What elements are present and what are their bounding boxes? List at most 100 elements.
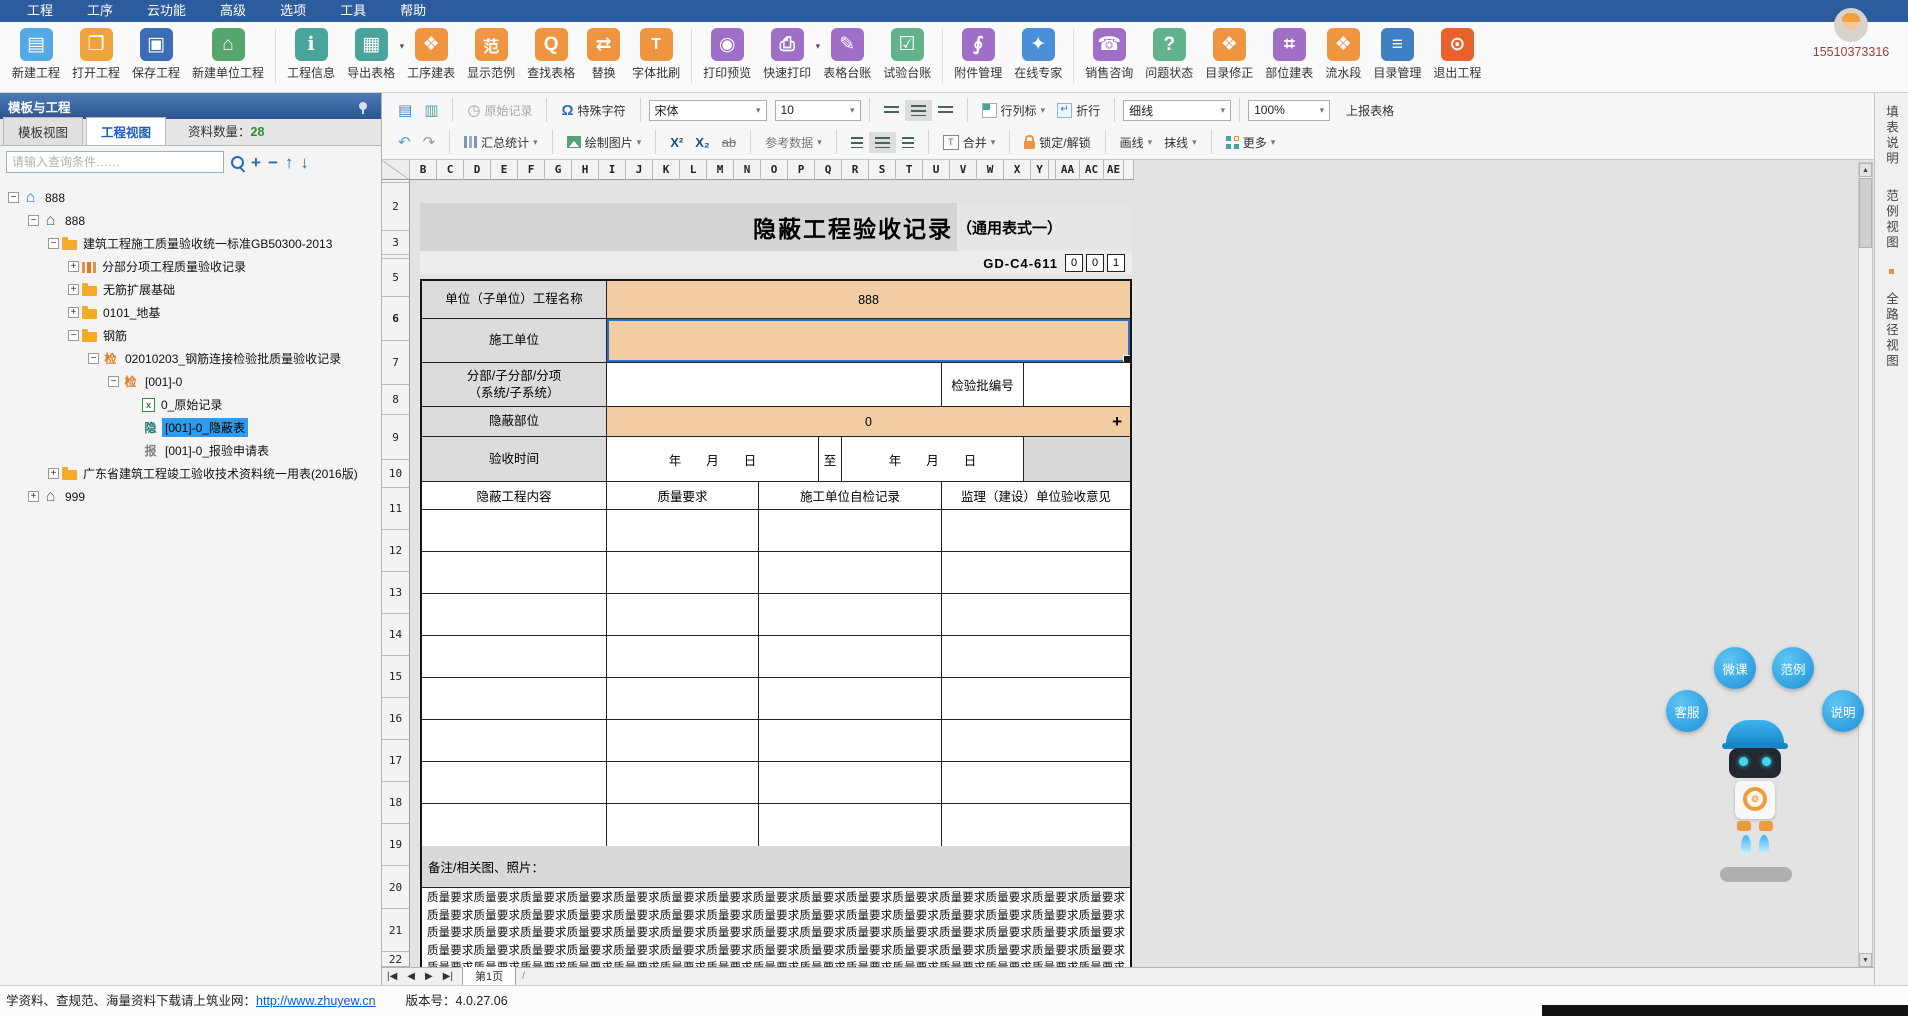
tree-item[interactable]: −⌂888 xyxy=(2,186,381,209)
tree-item[interactable]: −检[001]-0 xyxy=(2,370,381,393)
row-header-19[interactable]: 19 xyxy=(382,824,410,866)
row-header-18[interactable]: 18 xyxy=(382,782,410,824)
scroll-down-icon[interactable]: ▼ xyxy=(1859,953,1872,967)
column-header-I[interactable]: I xyxy=(599,160,626,180)
empty-cell[interactable] xyxy=(759,510,942,551)
form-code-band[interactable]: GD-C4-611 001 xyxy=(420,251,1132,275)
content-header-cell[interactable]: 施工单位自检记录 xyxy=(759,482,942,509)
font-select[interactable]: 宋体▾ xyxy=(649,100,767,121)
导出表格-button[interactable]: ▦导出表格▾ xyxy=(341,25,401,81)
row-header-14[interactable]: 14 xyxy=(382,614,410,656)
empty-cell[interactable] xyxy=(942,636,1130,677)
halign-center-button[interactable] xyxy=(869,132,896,153)
销售咨询-button[interactable]: ☎销售咨询 xyxy=(1079,25,1139,81)
menu-item-2[interactable]: 云功能 xyxy=(130,0,203,22)
vertical-tab-2[interactable]: 全路径视图 xyxy=(1881,288,1902,374)
empty-cell[interactable] xyxy=(759,804,942,846)
empty-cell[interactable] xyxy=(607,510,759,551)
expand-icon[interactable]: + xyxy=(68,261,79,272)
code-box[interactable]: 1 xyxy=(1107,254,1125,272)
tree-item[interactable]: − 建筑工程施工质量验收统一标准GB50300-2013 xyxy=(2,232,381,255)
column-header-X[interactable]: X xyxy=(1004,160,1031,180)
empty-cell[interactable] xyxy=(759,720,942,761)
empty-cell[interactable] xyxy=(759,678,942,719)
draw-line-button[interactable]: 画线▾ xyxy=(1114,131,1159,154)
row-header-13[interactable]: 13 xyxy=(382,572,410,614)
tree-item[interactable]: +⌂999 xyxy=(2,485,381,508)
column-header-N[interactable]: N xyxy=(734,160,761,180)
vertical-tab-0[interactable]: 填表说明 xyxy=(1881,101,1902,171)
empty-cell[interactable] xyxy=(607,762,759,803)
special-char-button[interactable]: Ω特殊字符 xyxy=(555,99,631,122)
batch-no-cell[interactable] xyxy=(1024,363,1130,406)
column-header-L[interactable]: L xyxy=(680,160,707,180)
collapse-icon[interactable]: − xyxy=(108,376,119,387)
column-header-O[interactable]: O xyxy=(761,160,788,180)
tree-item-label-selected[interactable]: [001]-0_隐蔽表 xyxy=(162,418,248,437)
empty-cell[interactable] xyxy=(422,720,607,761)
first-page-icon[interactable]: |◀ xyxy=(382,971,402,982)
tree-item[interactable]: +0101_地基 xyxy=(2,301,381,324)
user-avatar-icon[interactable] xyxy=(1834,8,1868,42)
empty-cell[interactable] xyxy=(422,552,607,593)
pin-icon[interactable] xyxy=(359,102,367,110)
copy-icon[interactable]: ▤ xyxy=(392,98,418,122)
tab-template-view[interactable]: 模板视图 xyxy=(3,117,83,145)
halign-left-button[interactable] xyxy=(845,132,869,153)
tree-item[interactable]: +无筋扩展基础 xyxy=(2,278,381,301)
row-header-8[interactable]: 8 xyxy=(382,385,410,415)
menu-item-6[interactable]: 帮助 xyxy=(383,0,443,22)
expand-icon[interactable]: + xyxy=(28,491,39,502)
column-header-Z[interactable] xyxy=(1049,160,1056,180)
column-header-AC[interactable]: AC xyxy=(1080,160,1104,180)
tree-item[interactable]: −检02010203_钢筋连接检验批质量验收记录 xyxy=(2,347,381,370)
tree-item-label[interactable]: 无筋扩展基础 xyxy=(100,280,178,299)
scrollbar-thumb[interactable] xyxy=(1859,178,1872,248)
退出工程-button[interactable]: ⊙退出工程 xyxy=(1427,25,1487,81)
empty-cell[interactable] xyxy=(942,762,1130,803)
tree-item-label[interactable]: 钢筋 xyxy=(100,326,130,345)
scroll-up-icon[interactable]: ▲ xyxy=(1859,163,1872,177)
tree-item-label[interactable]: 分部分项工程质量验收记录 xyxy=(99,257,249,276)
row-header-5[interactable]: 5 xyxy=(382,259,410,297)
undo-icon[interactable]: ↶ xyxy=(392,130,417,154)
字体批刷-button[interactable]: T字体批刷 xyxy=(626,25,686,81)
collapse-icon[interactable]: − xyxy=(8,192,19,203)
column-header-S[interactable]: S xyxy=(869,160,896,180)
tree-item-label[interactable]: [001]-0_报验申请表 xyxy=(162,441,272,460)
unit-name-cell[interactable]: 888 xyxy=(607,281,1130,318)
zhuye-link[interactable]: http://www.zhuyew.cn xyxy=(256,994,376,1008)
mascot-bubble-3[interactable]: 说明 xyxy=(1822,690,1864,732)
column-header-U[interactable]: U xyxy=(923,160,950,180)
form-title-band[interactable]: 隐蔽工程验收记录 （通用表式一） xyxy=(420,203,1132,251)
draw-picture-button[interactable]: 绘制图片▾ xyxy=(561,131,648,154)
empty-cell[interactable] xyxy=(422,804,607,846)
tree-item[interactable]: −钢筋 xyxy=(2,324,381,347)
tree-item[interactable]: + 分部分项工程质量验收记录 xyxy=(2,255,381,278)
remark-label[interactable]: 备注/相关图、照片： xyxy=(422,846,1130,887)
more-button[interactable]: 更多▾ xyxy=(1220,131,1282,154)
collapse-icon[interactable]: − xyxy=(48,238,59,249)
tree-item-label[interactable]: 0101_地基 xyxy=(100,303,163,322)
paste-icon[interactable]: ▥ xyxy=(418,98,444,122)
empty-cell[interactable] xyxy=(422,594,607,635)
valign-top-button[interactable] xyxy=(878,101,905,120)
reference-data-button[interactable]: 参考数据▾ xyxy=(759,131,828,154)
tree-item-label[interactable]: 建筑工程施工质量验收统一标准GB50300-2013 xyxy=(80,234,335,253)
rowcol-header-button[interactable]: 行列标▾ xyxy=(976,99,1052,122)
tree-item[interactable]: −⌂888 xyxy=(2,209,381,232)
column-header-P[interactable]: P xyxy=(788,160,815,180)
column-header-Q[interactable]: Q xyxy=(815,160,842,180)
vertical-tab-1[interactable]: 范例视图 xyxy=(1881,185,1902,255)
column-header-R[interactable]: R xyxy=(842,160,869,180)
在线专家-button[interactable]: ✦在线专家 xyxy=(1008,25,1068,81)
move-up-icon[interactable]: ↑ xyxy=(285,154,294,171)
tree-item[interactable]: 报[001]-0_报验申请表 xyxy=(2,439,381,462)
流水段-button[interactable]: ❖流水段 xyxy=(1319,25,1367,81)
新建单位工程-button[interactable]: ⌂新建单位工程 xyxy=(186,25,270,81)
division-cell[interactable] xyxy=(607,363,942,406)
lock-unlock-button[interactable]: 锁定/解锁 xyxy=(1018,131,1096,154)
empty-cell[interactable] xyxy=(759,636,942,677)
collapse-icon[interactable]: − xyxy=(28,215,39,226)
hidden-part-cell[interactable]: 0 + xyxy=(607,407,1130,436)
